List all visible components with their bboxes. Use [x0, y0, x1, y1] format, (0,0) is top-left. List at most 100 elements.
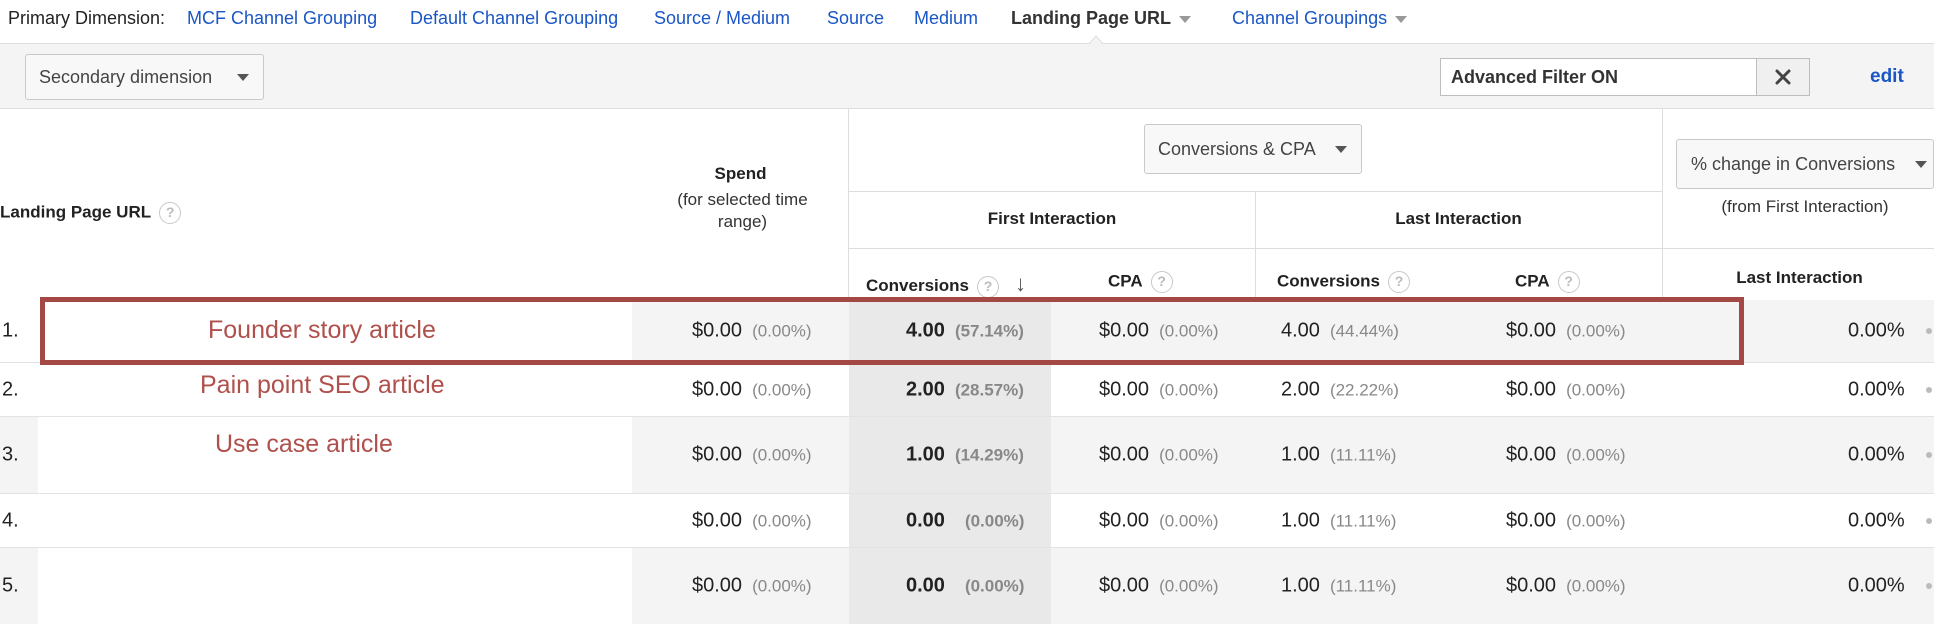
last-conversions-cell: 1.00 (11.11%) — [1281, 444, 1396, 467]
spend-value: $0.00 — [692, 574, 743, 597]
sort-descending-icon[interactable]: ↓ — [1015, 271, 1026, 296]
first-conversions-percent: (14.29%) — [954, 445, 1024, 465]
channel-groupings-dropdown[interactable]: Channel Groupings — [1232, 8, 1408, 29]
comparison-metric-dropdown[interactable]: % change in Conversions — [1676, 139, 1934, 189]
change-value: 0.00% — [1848, 319, 1905, 342]
first-cpa-column-header[interactable]: CPA? — [1108, 271, 1173, 293]
last-cpa-percent: (0.00%) — [1566, 576, 1626, 596]
help-icon[interactable]: ? — [1150, 271, 1173, 293]
spend-cell: $0.00 (0.00%) — [692, 509, 812, 532]
first-conversions-percent: (28.57%) — [954, 380, 1024, 399]
first-cpa-cell: $0.00 (0.00%) — [1099, 575, 1219, 598]
last-conversions-percent: (11.11%) — [1329, 445, 1397, 465]
last-conversions-value: 1.00 — [1281, 574, 1320, 597]
dimension-link-default-channel-grouping[interactable]: Default Channel Grouping — [410, 8, 618, 29]
metric-group-dropdown[interactable]: Conversions & CPA — [1144, 124, 1362, 174]
first-conversions-column-header[interactable]: Conversions? ↓ — [866, 271, 1026, 298]
row-index: 3. — [2, 443, 19, 466]
annotation-use-case: Use case article — [215, 430, 393, 458]
bar-indicator-icon — [1926, 583, 1932, 589]
row-index: 5. — [2, 574, 19, 597]
comparison-metric-label: % change in Conversions — [1691, 153, 1896, 174]
first-conversions-value: 0.00 — [906, 509, 945, 531]
chevron-down-icon — [1335, 146, 1347, 153]
edit-filter-link[interactable]: edit — [1870, 66, 1904, 88]
dimension-link-mcf-channel-grouping[interactable]: MCF Channel Grouping — [187, 8, 377, 29]
table-row[interactable]: 4. $0.00 (0.00%) 0.00 (0.00%) $0.00 (0.00%)… — [0, 494, 1934, 548]
last-cpa-label: CPA — [1515, 271, 1550, 291]
first-conversions-percent: (0.00%) — [964, 576, 1025, 596]
help-icon[interactable]: ? — [159, 202, 182, 224]
chevron-down-icon — [1179, 15, 1192, 23]
first-conversions-cell: 0.00 (0.00%) — [906, 509, 1024, 532]
help-icon[interactable]: ? — [976, 275, 999, 298]
first-conversions-percent: (0.00%) — [964, 511, 1025, 530]
last-conversions-column-header[interactable]: Conversions? — [1277, 271, 1410, 293]
spend-cell: $0.00 (0.00%) — [692, 444, 812, 467]
bar-indicator-icon — [1926, 328, 1932, 334]
first-conversions-cell: 2.00 (28.57%) — [906, 378, 1024, 401]
dimension-link-source-medium[interactable]: Source / Medium — [654, 8, 790, 29]
advanced-filter-field[interactable]: Advanced Filter ON — [1440, 58, 1810, 96]
first-cpa-cell: $0.00 (0.00%) — [1099, 509, 1219, 532]
comparison-subheader: (from First Interaction) — [1721, 197, 1889, 216]
help-icon[interactable]: ? — [1387, 271, 1410, 293]
first-conversions-label: Conversions — [866, 276, 969, 295]
dimension-link-medium[interactable]: Medium — [914, 8, 978, 29]
landing-page-url-header-label: Landing Page URL — [0, 202, 152, 222]
dimension-link-source[interactable]: Source — [827, 8, 884, 29]
secondary-dimension-label: Secondary dimension — [39, 66, 213, 87]
chevron-down-icon — [1395, 15, 1408, 23]
bar-indicator-icon — [1926, 517, 1932, 524]
advanced-filter-text: Advanced Filter ON — [1451, 67, 1619, 87]
spend-column-header[interactable]: Spend — [632, 164, 849, 184]
table-toolbar: Secondary dimension Advanced Filter ON e… — [0, 44, 1934, 109]
row-index: 1. — [2, 319, 19, 342]
last-conversions-value: 2.00 — [1281, 378, 1320, 400]
change-value: 0.00% — [1848, 574, 1905, 597]
first-cpa-value: $0.00 — [1099, 574, 1150, 597]
last-cpa-column-header[interactable]: CPA? — [1515, 271, 1580, 293]
last-conversions-cell: 1.00 (11.11%) — [1281, 509, 1396, 532]
channel-groupings-label: Channel Groupings — [1232, 8, 1388, 28]
secondary-dimension-dropdown[interactable]: Secondary dimension — [25, 54, 264, 100]
spend-column-subheader: (for selected time range) — [677, 190, 808, 231]
last-conversions-percent: (11.11%) — [1329, 511, 1397, 530]
landing-page-url-column-header[interactable]: Landing Page URL? — [0, 202, 182, 224]
chevron-down-icon — [237, 74, 249, 81]
first-cpa-percent: (0.00%) — [1159, 380, 1219, 399]
last-interaction-header: Last Interaction — [1395, 209, 1522, 228]
header-divider — [849, 191, 1662, 192]
first-cpa-value: $0.00 — [1099, 509, 1150, 531]
last-cpa-percent: (0.00%) — [1566, 445, 1626, 465]
spend-percent: (0.00%) — [752, 511, 812, 530]
help-icon[interactable]: ? — [1557, 271, 1580, 293]
spend-value: $0.00 — [692, 443, 743, 466]
first-cpa-percent: (0.00%) — [1159, 445, 1219, 465]
primary-dimension-label: Primary Dimension: — [8, 8, 166, 28]
spend-cell: $0.00 (0.00%) — [692, 575, 812, 598]
last-cpa-cell: $0.00 (0.00%) — [1506, 575, 1626, 598]
first-conversions-cell: 0.00 (0.00%) — [906, 575, 1024, 598]
table-row[interactable]: 5. $0.00 (0.00%) 0.00 (0.00%) $0.00 (0.00%)… — [0, 548, 1934, 624]
change-value: 0.00% — [1848, 378, 1905, 400]
last-conversions-label: Conversions — [1277, 271, 1380, 291]
spend-cell: $0.00 (0.00%) — [692, 378, 812, 401]
first-cpa-value: $0.00 — [1099, 378, 1150, 400]
bar-indicator-icon — [1926, 452, 1932, 458]
spend-percent: (0.00%) — [752, 445, 812, 465]
last-cpa-cell: $0.00 (0.00%) — [1506, 378, 1626, 401]
comparison-last-interaction-header: Last Interaction — [1736, 268, 1863, 287]
header-divider — [849, 248, 1934, 249]
last-conversions-cell: 2.00 (22.22%) — [1281, 378, 1399, 401]
first-cpa-label: CPA — [1108, 271, 1143, 291]
spend-value: $0.00 — [692, 509, 743, 531]
last-cpa-percent: (0.00%) — [1566, 380, 1626, 399]
clear-filter-button[interactable] — [1756, 59, 1809, 95]
first-conversions-value: 0.00 — [906, 574, 945, 597]
dimension-selected-landing-page-url[interactable]: Landing Page URL — [1011, 8, 1192, 29]
last-conversions-percent: (11.11%) — [1329, 576, 1397, 596]
last-cpa-value: $0.00 — [1506, 378, 1557, 400]
metric-group-label: Conversions & CPA — [1158, 138, 1316, 159]
first-cpa-cell: $0.00 (0.00%) — [1099, 444, 1219, 467]
